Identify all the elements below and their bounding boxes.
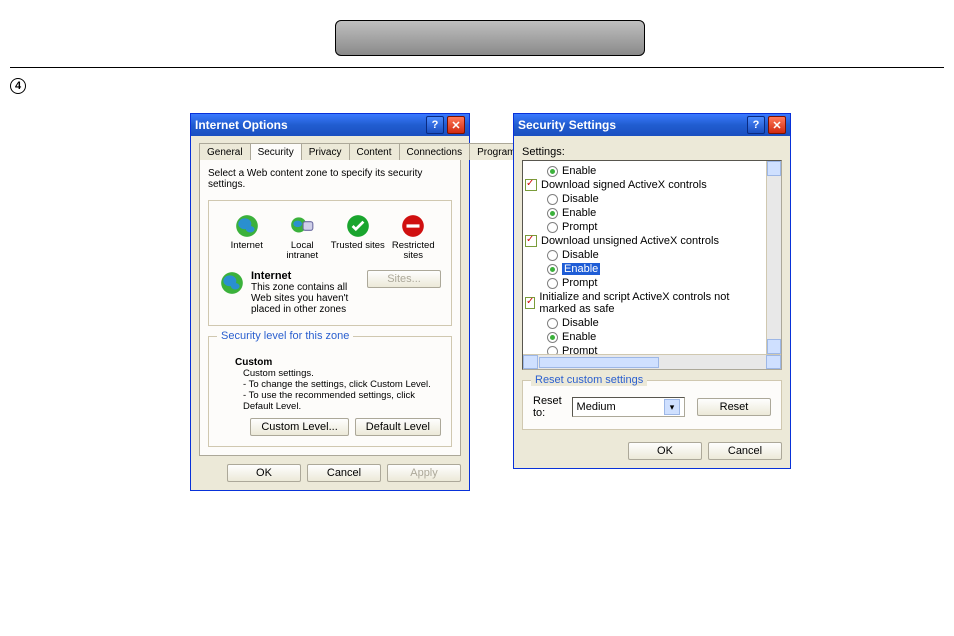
help-button[interactable]: ?: [747, 116, 765, 134]
radio-icon: [547, 194, 558, 205]
tree-option[interactable]: Enable: [525, 262, 763, 276]
tab-connections[interactable]: Connections: [399, 143, 471, 160]
settings-label: Settings:: [522, 146, 782, 158]
window-title: Internet Options: [195, 118, 423, 132]
radio-icon: [547, 222, 558, 233]
zone-label: Local intranet: [275, 241, 331, 262]
zone-instruction: Select a Web content zone to specify its…: [208, 168, 452, 190]
internet-options-dialog: Internet Options ? ✕ GeneralSecurityPriv…: [190, 113, 470, 491]
tree-label: Enable: [562, 207, 596, 219]
tab-security[interactable]: Security: [250, 143, 302, 160]
apply-button: Apply: [387, 464, 461, 482]
ok-button[interactable]: OK: [628, 442, 702, 460]
tree-label: Enable: [562, 331, 596, 343]
tree-category[interactable]: Download unsigned ActiveX controls: [525, 234, 763, 248]
zone-heading: Internet: [251, 270, 361, 282]
globe-icon: [219, 270, 245, 296]
tree-label: Disable: [562, 249, 599, 261]
tree-label: Initialize and script ActiveX controls n…: [539, 291, 763, 315]
reset-to-label: Reset to:: [533, 395, 566, 419]
custom-text: Custom settings. - To change the setting…: [235, 368, 435, 412]
radio-icon: [547, 250, 558, 261]
tree-label: Prompt: [562, 277, 597, 289]
help-button[interactable]: ?: [426, 116, 444, 134]
reset-to-value: Medium: [577, 401, 616, 413]
tree-option[interactable]: Disable: [525, 248, 763, 262]
radio-icon: [547, 278, 558, 289]
zone-label: Internet: [219, 241, 275, 251]
custom-heading: Custom: [235, 357, 435, 368]
settings-tree[interactable]: Enable Download signed ActiveX controls Di…: [522, 160, 782, 370]
decorative-pill: [335, 20, 645, 56]
reset-to-select[interactable]: Medium ▾: [572, 397, 685, 417]
vertical-scrollbar[interactable]: [766, 161, 781, 354]
tree-option[interactable]: Prompt: [525, 220, 763, 234]
security-level-legend: Security level for this zone: [217, 330, 353, 342]
custom-level-button[interactable]: Custom Level...: [250, 418, 348, 436]
checkbox-icon: [525, 179, 537, 191]
reset-button[interactable]: Reset: [697, 398, 771, 416]
radio-icon: [547, 264, 558, 275]
chevron-down-icon: ▾: [664, 399, 680, 415]
tree-label: Enable: [562, 263, 600, 275]
titlebar[interactable]: Security Settings ? ✕: [514, 114, 790, 136]
step-number-circle: 4: [10, 78, 26, 94]
zone-label: Restricted sites: [386, 241, 442, 262]
tab-general[interactable]: General: [199, 143, 251, 160]
tab-content[interactable]: Content: [349, 143, 400, 160]
tree-label: Enable: [562, 165, 596, 177]
tree-label: Disable: [562, 317, 599, 329]
cancel-button[interactable]: Cancel: [708, 442, 782, 460]
zone-description: This zone contains all Web sites you hav…: [251, 282, 361, 315]
tree-label: Disable: [562, 193, 599, 205]
checkbox-icon: [525, 297, 535, 309]
titlebar[interactable]: Internet Options ? ✕: [191, 114, 469, 136]
tree-label: Download signed ActiveX controls: [541, 179, 707, 191]
scroll-thumb[interactable]: [539, 357, 659, 368]
tree-option[interactable]: Disable: [525, 316, 763, 330]
scroll-left-button[interactable]: [523, 355, 538, 369]
zone-local-intranet[interactable]: Local intranet: [275, 213, 331, 262]
tree-option[interactable]: Enable: [525, 206, 763, 220]
tree-option[interactable]: Enable: [525, 164, 763, 178]
scroll-down-button[interactable]: [767, 339, 781, 354]
radio-icon: [547, 166, 558, 177]
sites-button: Sites...: [367, 270, 441, 288]
security-settings-dialog: Security Settings ? ✕ Settings: Enable Do…: [513, 113, 791, 469]
zone-trusted-sites[interactable]: Trusted sites: [330, 213, 386, 262]
scroll-up-button[interactable]: [767, 161, 781, 176]
radio-icon: [547, 318, 558, 329]
default-level-button[interactable]: Default Level: [355, 418, 441, 436]
ok-button[interactable]: OK: [227, 464, 301, 482]
window-title: Security Settings: [518, 118, 744, 132]
checkbox-icon: [525, 235, 537, 247]
horizontal-rule: [10, 67, 944, 68]
scroll-right-button[interactable]: [766, 355, 781, 369]
tree-option[interactable]: Enable: [525, 330, 763, 344]
zone-restricted-sites[interactable]: Restricted sites: [386, 213, 442, 262]
tree-category[interactable]: Download signed ActiveX controls: [525, 178, 763, 192]
radio-icon: [547, 208, 558, 219]
tree-option[interactable]: Prompt: [525, 276, 763, 290]
tree-option[interactable]: Disable: [525, 192, 763, 206]
zone-internet[interactable]: Internet: [219, 213, 275, 262]
horizontal-scrollbar[interactable]: [523, 354, 781, 369]
tree-category[interactable]: Initialize and script ActiveX controls n…: [525, 290, 763, 316]
tab-privacy[interactable]: Privacy: [301, 143, 350, 160]
zone-label: Trusted sites: [330, 241, 386, 251]
tree-label: Prompt: [562, 221, 597, 233]
radio-icon: [547, 332, 558, 343]
close-button[interactable]: ✕: [768, 116, 786, 134]
close-button[interactable]: ✕: [447, 116, 465, 134]
cancel-button[interactable]: Cancel: [307, 464, 381, 482]
tree-label: Download unsigned ActiveX controls: [541, 235, 719, 247]
reset-legend: Reset custom settings: [531, 374, 647, 386]
tab-strip: GeneralSecurityPrivacyContentConnections…: [199, 142, 461, 159]
